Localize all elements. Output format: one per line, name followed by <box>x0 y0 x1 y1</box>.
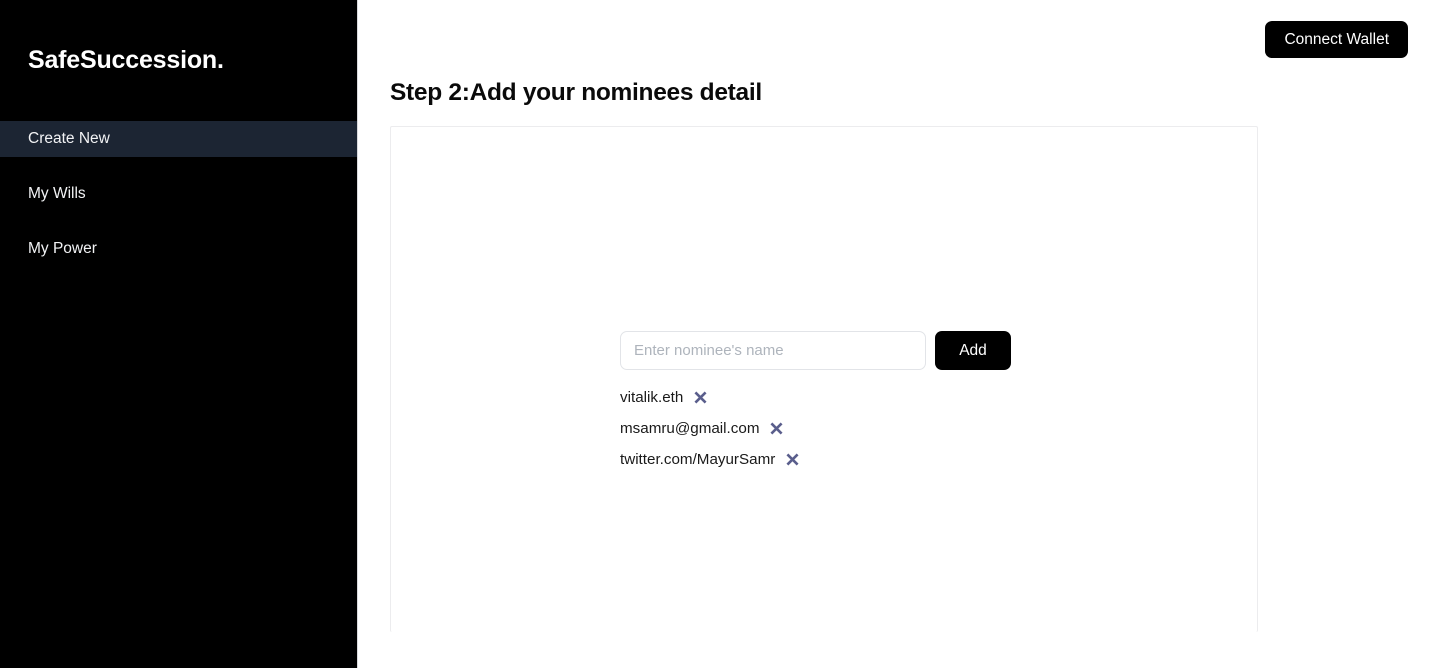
connect-wallet-button[interactable]: Connect Wallet <box>1265 20 1408 59</box>
sidebar-item-label: Create New <box>28 130 110 147</box>
close-icon[interactable] <box>785 452 800 467</box>
sidebar-item-label: My Wills <box>28 185 86 202</box>
sidebar-item-label: My Power <box>28 240 97 257</box>
topbar: Connect Wallet <box>358 0 1440 79</box>
nominees-card: Add vitalik.eth msamru@gm <box>390 126 1258 632</box>
sidebar: SafeSuccession. Create New My Wills My P… <box>0 0 358 668</box>
list-item: msamru@gmail.com <box>620 413 1011 444</box>
brand-name: SafeSuccession. <box>28 46 224 74</box>
nominee-list: vitalik.eth msamru@gmail.com twitter.com… <box>620 382 1011 475</box>
page-title: Step 2:Add your nominees detail <box>390 79 762 106</box>
content-area: Step 2:Add your nominees detail Add vita… <box>358 79 1440 632</box>
sidebar-item-my-wills[interactable]: My Wills <box>0 176 357 212</box>
close-icon[interactable] <box>769 421 784 436</box>
close-icon[interactable] <box>693 390 708 405</box>
list-item: twitter.com/MayurSamr <box>620 444 1011 475</box>
nominee-name: vitalik.eth <box>620 389 684 406</box>
sidebar-item-create-new[interactable]: Create New <box>0 121 357 157</box>
sidebar-nav: Create New My Wills My Power <box>0 121 357 267</box>
add-nominee-row: Add <box>620 331 1011 370</box>
brand-logo[interactable]: SafeSuccession. <box>0 0 357 121</box>
sidebar-item-my-power[interactable]: My Power <box>0 231 357 267</box>
nominee-name: msamru@gmail.com <box>620 420 760 437</box>
nominee-name-input[interactable] <box>620 331 926 370</box>
list-item: vitalik.eth <box>620 382 1011 413</box>
main-content: Connect Wallet Step 2:Add your nominees … <box>358 0 1440 668</box>
nominee-name: twitter.com/MayurSamr <box>620 451 776 468</box>
add-nominee-button[interactable]: Add <box>935 331 1011 370</box>
nominees-form-wrapper: Add vitalik.eth msamru@gm <box>620 331 1011 475</box>
app-root: SafeSuccession. Create New My Wills My P… <box>0 0 1440 668</box>
